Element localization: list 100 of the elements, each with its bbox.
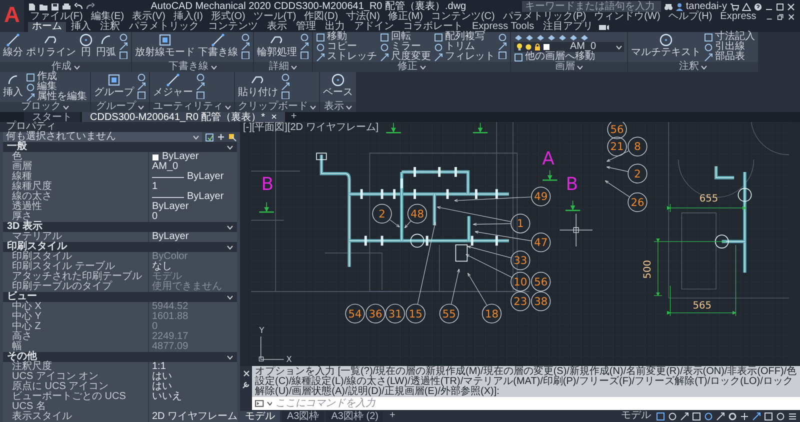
ribbon-button[interactable]: 引出線 <box>704 42 755 52</box>
tool-icon[interactable] <box>196 82 205 90</box>
section-header[interactable]: その他 <box>3 352 237 362</box>
ribbon-button[interactable]: 作成 <box>26 72 87 82</box>
binoculars-icon[interactable] <box>664 2 673 10</box>
tool-icon[interactable] <box>281 82 290 90</box>
ribbon-button[interactable]: マルチテキスト <box>631 32 701 62</box>
document-tab[interactable]: スタート <box>24 112 80 122</box>
search-field[interactable]: キーワードまたは語句を入力 <box>522 1 661 12</box>
ribbon-tab[interactable]: コラボレート <box>399 22 467 32</box>
ribbon-button[interactable]: ベース <box>323 72 353 102</box>
property-value[interactable]: ByLayer <box>149 202 237 212</box>
property-value[interactable]: いいえ <box>149 392 237 402</box>
panel-title[interactable]: ブロック <box>0 102 90 112</box>
property-value[interactable]: ByLayer <box>149 152 237 162</box>
undo-icon[interactable] <box>74 2 83 10</box>
pick-object-icon[interactable] <box>228 132 237 142</box>
tool-icon[interactable] <box>119 51 128 59</box>
tool-icon[interactable] <box>137 91 146 99</box>
layer-dropdown[interactable]: AM_0 <box>514 42 624 52</box>
panel-title[interactable]: 下書き線 <box>132 62 253 72</box>
print-icon[interactable] <box>62 2 71 10</box>
property-value[interactable]: 1 <box>149 182 237 192</box>
triangle-icon[interactable] <box>742 2 752 10</box>
tool-icon[interactable] <box>281 73 290 81</box>
ribbon-button[interactable]: 円 <box>79 32 93 62</box>
ribbon-tab[interactable]: アドイン <box>350 22 398 32</box>
maximize-icon[interactable] <box>776 2 784 10</box>
menu-item[interactable]: 寸法(N) <box>344 12 382 22</box>
ribbon-button[interactable]: メジャー <box>153 72 193 102</box>
layout-tab[interactable]: A3図枠 (2) <box>326 410 384 422</box>
ribbon-tab[interactable]: コンテンツ <box>204 22 262 32</box>
ribbon-button[interactable]: ストレッチ <box>316 52 377 62</box>
help-icon[interactable] <box>754 2 762 10</box>
ribbon-button[interactable]: 編集 <box>26 82 87 92</box>
menu-item[interactable]: Express <box>718 12 758 22</box>
close-icon[interactable] <box>788 13 794 21</box>
ribbon-tab[interactable]: Express Tools <box>468 22 538 32</box>
ribbon-tab[interactable]: パラメトリック <box>125 22 203 32</box>
plus-icon[interactable] <box>740 412 749 420</box>
ribbon-button[interactable]: 放射線モード <box>135 32 195 62</box>
tool-icon[interactable] <box>300 42 309 50</box>
ribbon-tab[interactable]: 注釈 <box>96 22 124 32</box>
plus-icon[interactable] <box>217 133 225 141</box>
panel-title[interactable]: 画層 <box>511 62 627 72</box>
property-value[interactable]: はい <box>149 382 237 392</box>
menu-item[interactable]: 作図(D) <box>302 12 340 22</box>
layout-tab[interactable]: モデル <box>240 410 280 422</box>
panel-title[interactable]: ユーティリティ <box>150 102 234 112</box>
ribbon-button[interactable]: ポリライン <box>26 32 76 62</box>
property-value[interactable]: はい <box>149 372 237 382</box>
tool-icon[interactable] <box>119 42 128 50</box>
wrench-icon[interactable] <box>242 381 250 389</box>
selection-dropdown[interactable]: 何も選択されていません <box>3 132 202 142</box>
menu-item[interactable]: 挿入(I) <box>171 12 205 22</box>
camera-icon[interactable] <box>598 23 610 31</box>
ribbon-button[interactable]: 線分 <box>3 32 23 62</box>
property-value[interactable]: 1:1 <box>149 362 237 372</box>
property-value[interactable]: AM_0 <box>149 162 237 172</box>
panel-title[interactable]: グループ <box>91 102 149 112</box>
menu-item[interactable]: ファイル(F) <box>28 12 85 22</box>
ribbon-button[interactable]: 下書き線 <box>198 32 238 62</box>
folder-icon[interactable] <box>39 2 48 10</box>
ribbon-button[interactable]: 挿入 <box>3 72 23 102</box>
menu-item[interactable]: ツール(T) <box>251 12 298 22</box>
close-icon[interactable] <box>242 370 250 377</box>
ribbon-button[interactable]: 属性を編集 <box>26 92 87 102</box>
ribbon-button[interactable]: 回転 <box>380 32 431 42</box>
ribbon-button[interactable]: 寸法記入 <box>704 32 755 42</box>
section-header[interactable]: 印刷スタイル <box>3 242 237 252</box>
panel-title[interactable]: 作成 <box>0 62 131 72</box>
section-header[interactable]: ビュー <box>3 292 237 302</box>
menu-item[interactable]: パラメトリック(P) <box>500 12 588 22</box>
ribbon-tab[interactable]: ホーム <box>28 22 66 32</box>
panel-title[interactable]: 詳細 <box>254 62 312 72</box>
tool-icon[interactable] <box>498 33 507 41</box>
layout-tab[interactable]: A3図枠 <box>282 410 324 422</box>
close-icon[interactable] <box>787 2 796 10</box>
tool-icon[interactable] <box>137 73 146 81</box>
ribbon-button[interactable]: 輪郭処理 <box>257 32 297 62</box>
ribbon-tab[interactable]: 出力 <box>321 22 349 32</box>
property-value[interactable]: ByLayer <box>149 172 237 182</box>
ribbon-button[interactable]: 貼り付け <box>238 72 278 102</box>
tool-icon[interactable] <box>119 33 128 41</box>
restore-icon[interactable] <box>776 13 784 21</box>
menu-item[interactable]: コンテンツ(C) <box>428 12 497 22</box>
panel-title[interactable]: 注釈 <box>628 62 758 72</box>
section-header[interactable]: 3D 表示 <box>3 222 237 232</box>
ribbon-tab[interactable]: 管理 <box>292 22 320 32</box>
quick-select-icon[interactable] <box>205 132 214 142</box>
tool-icon[interactable] <box>281 91 290 99</box>
ribbon-button[interactable]: グループ <box>94 72 134 102</box>
ribbon-tab[interactable]: 表示 <box>263 22 291 32</box>
tool-icon[interactable] <box>241 33 250 41</box>
ribbon-tab[interactable]: 注目アプリ <box>539 22 598 32</box>
tool-icon[interactable] <box>137 82 146 90</box>
ribbon-button[interactable]: 移動 <box>316 32 377 42</box>
tool-icon[interactable] <box>241 42 250 50</box>
panel-title[interactable]: 表示 <box>320 102 356 112</box>
gear-icon[interactable] <box>728 412 737 420</box>
